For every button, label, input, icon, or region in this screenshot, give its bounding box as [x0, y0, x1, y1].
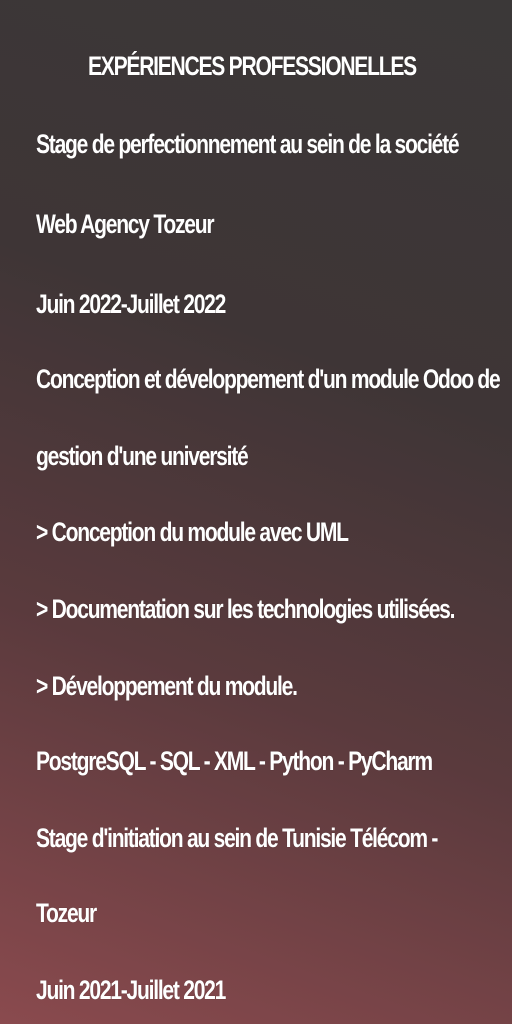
experience-1-technologies: PostgreSQL - SQL - XML - Python - PyChar… — [36, 746, 433, 776]
experience-1-project-line1: Conception et développement d'un module … — [36, 364, 501, 394]
section-title: EXPÉRIENCES PROFESSIONELLES — [88, 51, 417, 81]
experience-1-company: Web Agency Tozeur — [36, 209, 215, 239]
experience-1-task-1: > Conception du module avec UML — [36, 517, 349, 547]
experience-1-title: Stage de perfectionnement au sein de la … — [36, 129, 460, 159]
experience-1-project-line2: gestion d'une université — [36, 441, 249, 471]
experience-1-task-3: > Développement du module. — [36, 671, 298, 701]
experience-2-title: Stage d'initiation au sein de Tunisie Té… — [36, 823, 438, 853]
experience-1-period: Juin 2022-Juillet 2022 — [36, 289, 226, 319]
experience-2-company: Tozeur — [36, 898, 97, 928]
experience-1-task-2: > Documentation sur les technologies uti… — [36, 594, 455, 624]
experience-2-period: Juin 2021-Juillet 2021 — [36, 975, 226, 1005]
resume-experience-section: EXPÉRIENCES PROFESSIONELLES Stage de per… — [0, 0, 512, 1024]
